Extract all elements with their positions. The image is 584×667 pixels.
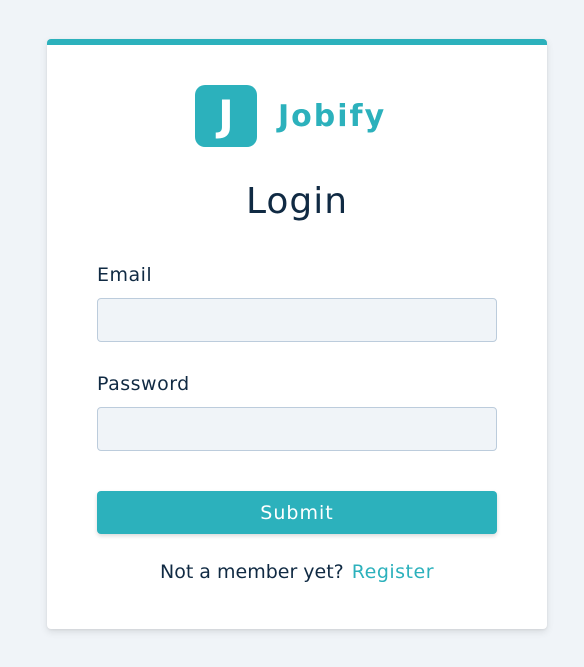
register-prompt-text: Not a member yet? <box>159 561 344 583</box>
brand-name: Jobify <box>278 98 387 134</box>
logo-icon: J <box>195 85 257 147</box>
register-link[interactable]: Register <box>352 561 434 583</box>
password-field[interactable] <box>97 407 497 451</box>
password-label: Password <box>97 373 190 395</box>
logo-letter: J <box>218 91 234 140</box>
register-prompt: Not a member yet? Register <box>47 561 547 583</box>
email-field[interactable] <box>97 298 497 342</box>
logo: J Jobify <box>195 85 386 147</box>
page-title: Login <box>245 181 349 222</box>
email-label: Email <box>97 264 153 286</box>
submit-button[interactable]: Submit <box>97 491 497 534</box>
login-card: J Jobify Login Email Password Submit Not… <box>47 39 547 629</box>
